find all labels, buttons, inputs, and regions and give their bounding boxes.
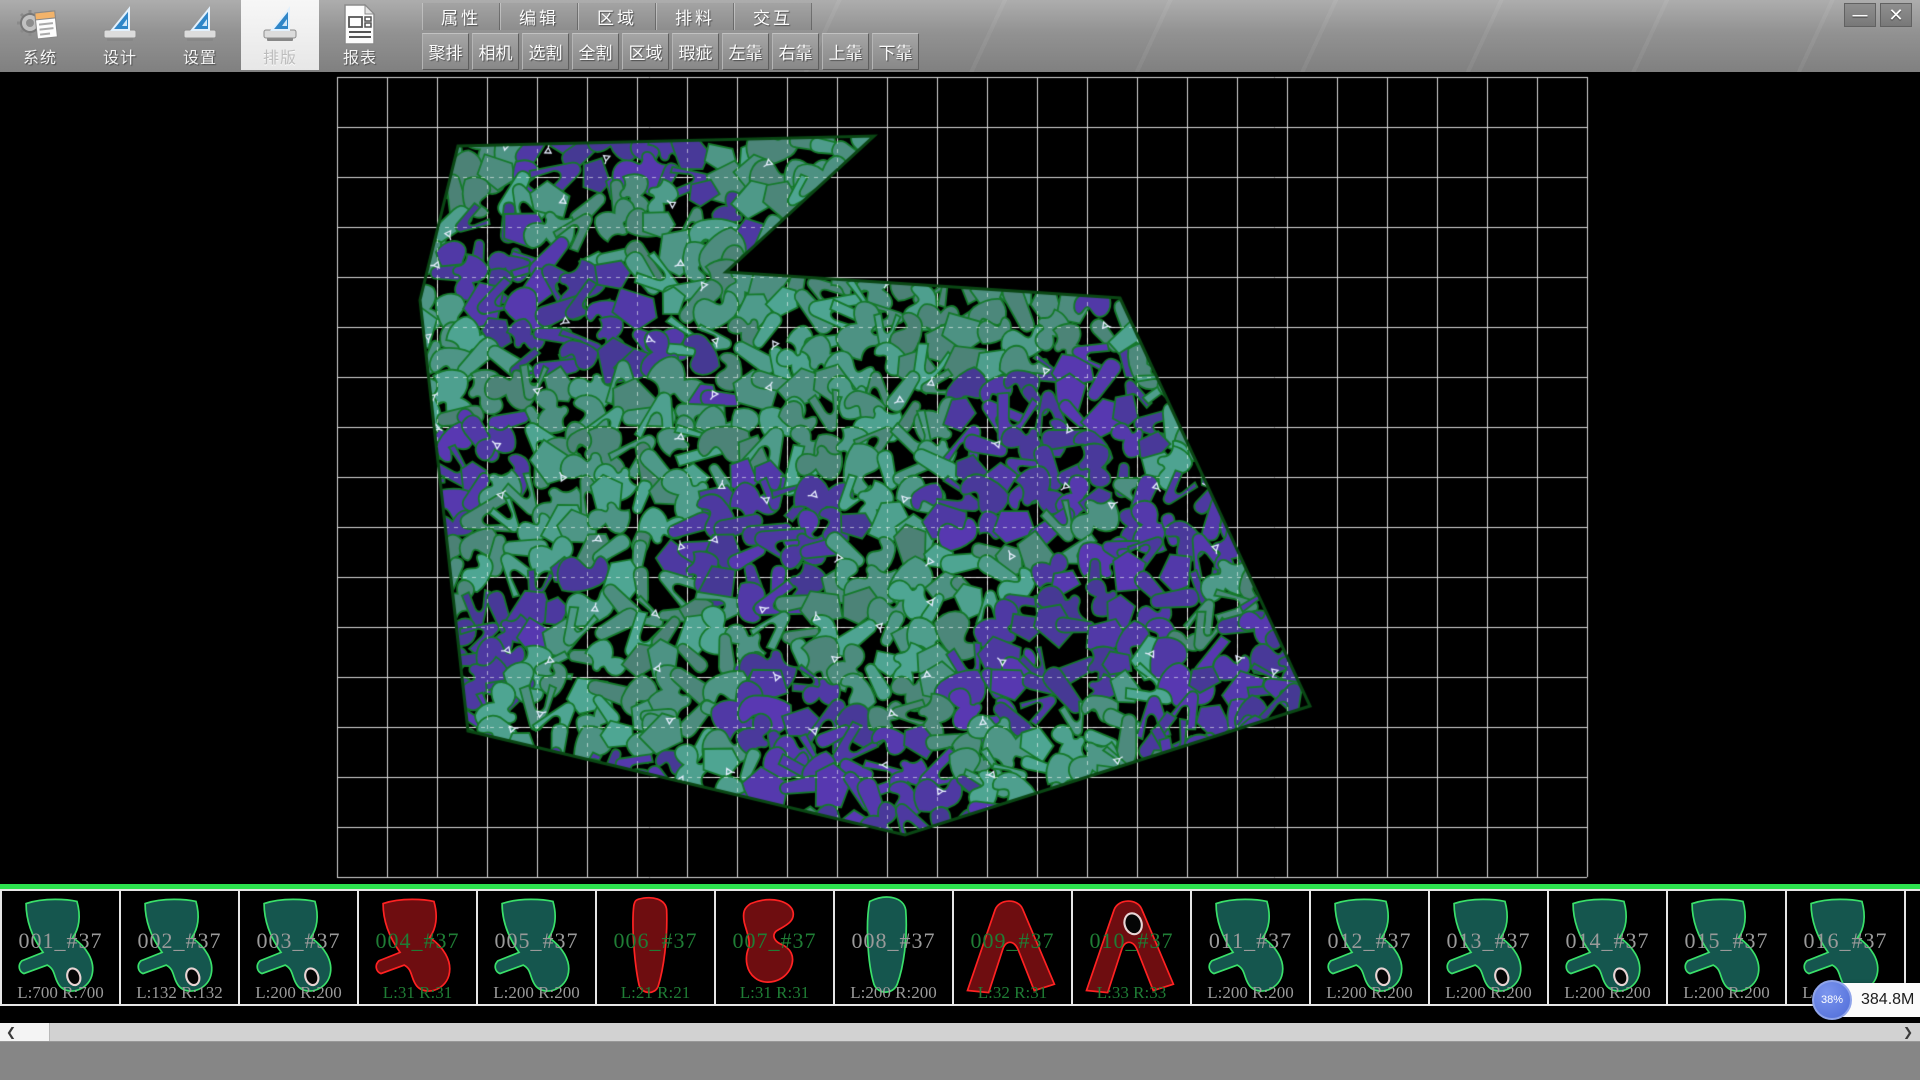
piece-shape-icon — [1553, 893, 1661, 999]
tool-button-1[interactable]: 聚排 — [422, 33, 469, 70]
thumbnail-cell-005_#37[interactable]: 005_#37 L:200 R:200 — [478, 891, 597, 1004]
piece-shape-icon — [1434, 893, 1542, 999]
tool-button-6[interactable]: 瑕疵 — [672, 33, 719, 70]
thumbnail-cell-007_#37[interactable]: 007_#37 L:31 R:31 — [716, 891, 835, 1004]
piece-shape-icon — [6, 893, 114, 999]
piece-shape-icon — [958, 893, 1066, 999]
tool-button-9[interactable]: 上靠 — [822, 33, 869, 70]
thumbnail-cell-013_#37[interactable]: 013_#37 L:200 R:200 — [1430, 891, 1549, 1004]
app-button-5[interactable]: 报表 — [321, 0, 399, 70]
design-ruler-icon — [99, 2, 141, 48]
app-button-4[interactable]: 排版 — [241, 0, 319, 70]
app-button-label: 系统 — [23, 48, 57, 70]
minimize-button[interactable]: — — [1844, 3, 1876, 27]
menu-tab-1[interactable]: 属性 — [422, 3, 500, 30]
piece-thumbnail-strip: 001_#37 L:700 R:700 002_#37 L:132 R:132 … — [0, 889, 1920, 1006]
memory-percent-text: 38% — [1821, 994, 1843, 1006]
thumbnail-cell-006_#37[interactable]: 006_#37 L:21 R:21 — [597, 891, 716, 1004]
thumbnail-cell-001_#37[interactable]: 001_#37 L:700 R:700 — [2, 891, 121, 1004]
memory-value-text: 384.8M — [1861, 991, 1914, 1009]
main-toolbar: 系统 设计 设置 排版 报表 属性编辑区域排料 — [0, 0, 1920, 72]
app-button-1[interactable]: 系统 — [1, 0, 79, 70]
thumbnail-cell-009_#37[interactable]: 009_#37 L:32 R:31 — [954, 891, 1073, 1004]
thumbnail-cell-015_#37[interactable]: 015_#37 L:200 R:200 — [1668, 891, 1787, 1004]
menu-tab-row: 属性编辑区域排料交互 — [422, 3, 812, 30]
scroll-right-button[interactable]: ❯ — [1898, 1023, 1918, 1041]
status-bar — [0, 1041, 1920, 1080]
thumbnail-cell-008_#37[interactable]: 008_#37 L:200 R:200 — [835, 891, 954, 1004]
memory-usage-badge: 38% 384.8M — [1813, 983, 1920, 1017]
piece-shape-icon — [839, 893, 947, 999]
thumbnail-cell-011_#37[interactable]: 011_#37 L:200 R:200 — [1192, 891, 1311, 1004]
app-button-label: 排版 — [263, 48, 297, 70]
tool-button-10[interactable]: 下靠 — [872, 33, 919, 70]
tool-button-row: 聚排相机选割全割区域瑕疵左靠右靠上靠下靠 — [422, 33, 922, 70]
piece-shape-icon — [482, 893, 590, 999]
tool-button-5[interactable]: 区域 — [622, 33, 669, 70]
piece-shape-icon — [1315, 893, 1423, 999]
menu-tab-3[interactable]: 区域 — [578, 3, 656, 30]
piece-shape-icon — [363, 893, 471, 999]
thumbnail-cell-012_#37[interactable]: 012_#37 L:200 R:200 — [1311, 891, 1430, 1004]
close-button[interactable]: ✕ — [1880, 3, 1912, 27]
tool-button-3[interactable]: 选割 — [522, 33, 569, 70]
report-doc-icon — [341, 2, 379, 48]
piece-shape-icon — [125, 893, 233, 999]
window-controls: — ✕ — [1844, 3, 1912, 27]
tool-button-2[interactable]: 相机 — [472, 33, 519, 70]
scroll-left-button[interactable]: ❮ — [0, 1023, 50, 1041]
thumbnail-cell-010_#37[interactable]: 010_#37 L:33 R:33 — [1073, 891, 1192, 1004]
piece-shape-icon — [244, 893, 352, 999]
piece-shape-icon — [601, 893, 709, 999]
app-button-2[interactable]: 设计 — [81, 0, 159, 70]
tool-button-4[interactable]: 全割 — [572, 33, 619, 70]
piece-shape-icon — [720, 893, 828, 999]
thumbnail-cell-003_#37[interactable]: 003_#37 L:200 R:200 — [240, 891, 359, 1004]
app-button-3[interactable]: 设置 — [161, 0, 239, 70]
menu-tab-5[interactable]: 交互 — [734, 3, 812, 30]
nesting-workspace — [0, 72, 1920, 884]
piece-shape-icon — [1077, 893, 1185, 999]
nesting-ruler-icon — [259, 2, 301, 48]
horizontal-scrollbar[interactable]: ❮ ❯ — [0, 1023, 1920, 1041]
app-button-label: 报表 — [343, 48, 377, 70]
app-button-label: 设计 — [103, 48, 137, 70]
toolbar-texture — [760, 0, 1920, 72]
menu-tab-2[interactable]: 编辑 — [500, 3, 578, 30]
settings-ruler-icon — [179, 2, 221, 48]
thumbnail-cell-002_#37[interactable]: 002_#37 L:132 R:132 — [121, 891, 240, 1004]
app-mode-buttons: 系统 设计 设置 排版 报表 — [1, 0, 401, 72]
app-button-label: 设置 — [183, 48, 217, 70]
tool-button-8[interactable]: 右靠 — [772, 33, 819, 70]
piece-shape-icon — [1672, 893, 1780, 999]
thumbnail-cell-014_#37[interactable]: 014_#37 L:200 R:200 — [1549, 891, 1668, 1004]
system-gear-icon — [17, 2, 63, 48]
tool-button-7[interactable]: 左靠 — [722, 33, 769, 70]
nesting-canvas[interactable] — [0, 72, 1920, 884]
memory-percent-indicator: 38% — [1812, 980, 1852, 1020]
piece-shape-icon — [1196, 893, 1304, 999]
menu-tab-4[interactable]: 排料 — [656, 3, 734, 30]
thumbnail-cell-004_#37[interactable]: 004_#37 L:31 R:31 — [359, 891, 478, 1004]
strip-gap — [0, 1006, 1920, 1023]
